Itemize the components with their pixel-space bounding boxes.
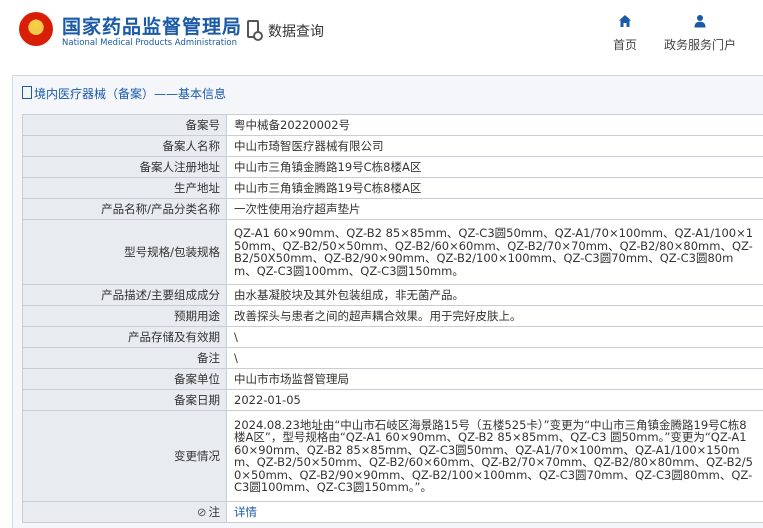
data-query-label[interactable]: 数据查询 (268, 21, 324, 41)
nav-home-label: 首页 (613, 38, 637, 52)
row-label: 型号规格/包装规格 (23, 220, 227, 285)
row-label: 产品名称/产品分类名称 (23, 199, 227, 220)
table-row: 型号规格/包装规格 QZ-A1 60×90mm、QZ-B2 85×85mm、QZ… (23, 220, 763, 285)
row-label: 备注 (23, 348, 227, 369)
row-label: 生产地址 (23, 178, 227, 199)
row-value: 中山市三角镇金腾路19号C栋8楼A区 (227, 157, 763, 178)
basic-info-panel: 境内医疗器械（备案）——基本信息 备案号 粤中械备20220002号 备案人名称… (12, 75, 763, 528)
nav-gov-portal[interactable]: 政务服务门户 (658, 14, 742, 53)
row-value: 中山市琦智医疗器械有限公司 (227, 136, 763, 157)
table-row: 产品存储及有效期 \ (23, 327, 763, 348)
row-value: 粤中械备20220002号 (227, 115, 763, 136)
row-label: 备案人名称 (23, 136, 227, 157)
detail-link[interactable]: 详情 (234, 505, 257, 519)
row-value: 由水基凝胶块及其外包装组成，非无菌产品。 (227, 285, 763, 306)
table-row: 备案人名称 中山市琦智医疗器械有限公司 (23, 136, 763, 157)
row-value: \ (227, 327, 763, 348)
table-row: ⊘注 详情 (23, 502, 763, 523)
row-label: 备案单位 (23, 369, 227, 390)
basic-info-table: 备案号 粤中械备20220002号 备案人名称 中山市琦智医疗器械有限公司 备案… (22, 114, 763, 523)
site-subtitle: National Medical Products Administration (62, 38, 237, 48)
table-row: 备注 \ (23, 348, 763, 369)
row-label: 变更情况 (23, 411, 227, 502)
user-icon (658, 14, 742, 30)
row-label: 备案人注册地址 (23, 157, 227, 178)
row-value: 中山市市场监督管理局 (227, 369, 763, 390)
row-value: QZ-A1 60×90mm、QZ-B2 85×85mm、QZ-C3圆50mm、Q… (227, 220, 763, 285)
row-value: 一次性使用治疗超声垫片 (227, 199, 763, 220)
panel-title: 境内医疗器械（备案）——基本信息 (22, 85, 226, 102)
data-query-icon (247, 20, 259, 38)
row-label: 备案号 (23, 115, 227, 136)
site-header: 国家药品监督管理局 National Medical Products Admi… (0, 0, 763, 64)
row-label: 备案日期 (23, 390, 227, 411)
national-emblem-logo[interactable] (19, 12, 53, 46)
row-value: \ (227, 348, 763, 369)
table-row: 备案人注册地址 中山市三角镇金腾路19号C栋8楼A区 (23, 157, 763, 178)
row-label: 产品存储及有效期 (23, 327, 227, 348)
row-label: 预期用途 (23, 306, 227, 327)
document-icon (22, 86, 32, 99)
table-row: 预期用途 改善探头与患者之间的超声耦合效果。用于完好皮肤上。 (23, 306, 763, 327)
nav-gov-portal-label: 政务服务门户 (664, 38, 736, 52)
table-row: 备案单位 中山市市场监督管理局 (23, 369, 763, 390)
table-row: 备案号 粤中械备20220002号 (23, 115, 763, 136)
home-icon (605, 14, 645, 30)
row-value: 详情 (227, 502, 763, 523)
row-value: 2024.08.23地址由“中山市石岐区海景路15号（五楼525卡）”变更为“中… (227, 411, 763, 502)
table-row: 产品描述/主要组成成分 由水基凝胶块及其外包装组成，非无菌产品。 (23, 285, 763, 306)
table-row: 产品名称/产品分类名称 一次性使用治疗超声垫片 (23, 199, 763, 220)
site-title[interactable]: 国家药品监督管理局 (62, 12, 242, 39)
row-label: ⊘注 (23, 502, 227, 523)
table-row: 备案日期 2022-01-05 (23, 390, 763, 411)
row-label: 产品描述/主要组成成分 (23, 285, 227, 306)
row-value: 2022-01-05 (227, 390, 763, 411)
table-row: 变更情况 2024.08.23地址由“中山市石岐区海景路15号（五楼525卡）”… (23, 411, 763, 502)
row-value: 改善探头与患者之间的超声耦合效果。用于完好皮肤上。 (227, 306, 763, 327)
pin-icon: ⊘ (197, 506, 207, 519)
row-value: 中山市三角镇金腾路19号C栋8楼A区 (227, 178, 763, 199)
table-row: 生产地址 中山市三角镇金腾路19号C栋8楼A区 (23, 178, 763, 199)
nav-home[interactable]: 首页 (605, 14, 645, 53)
